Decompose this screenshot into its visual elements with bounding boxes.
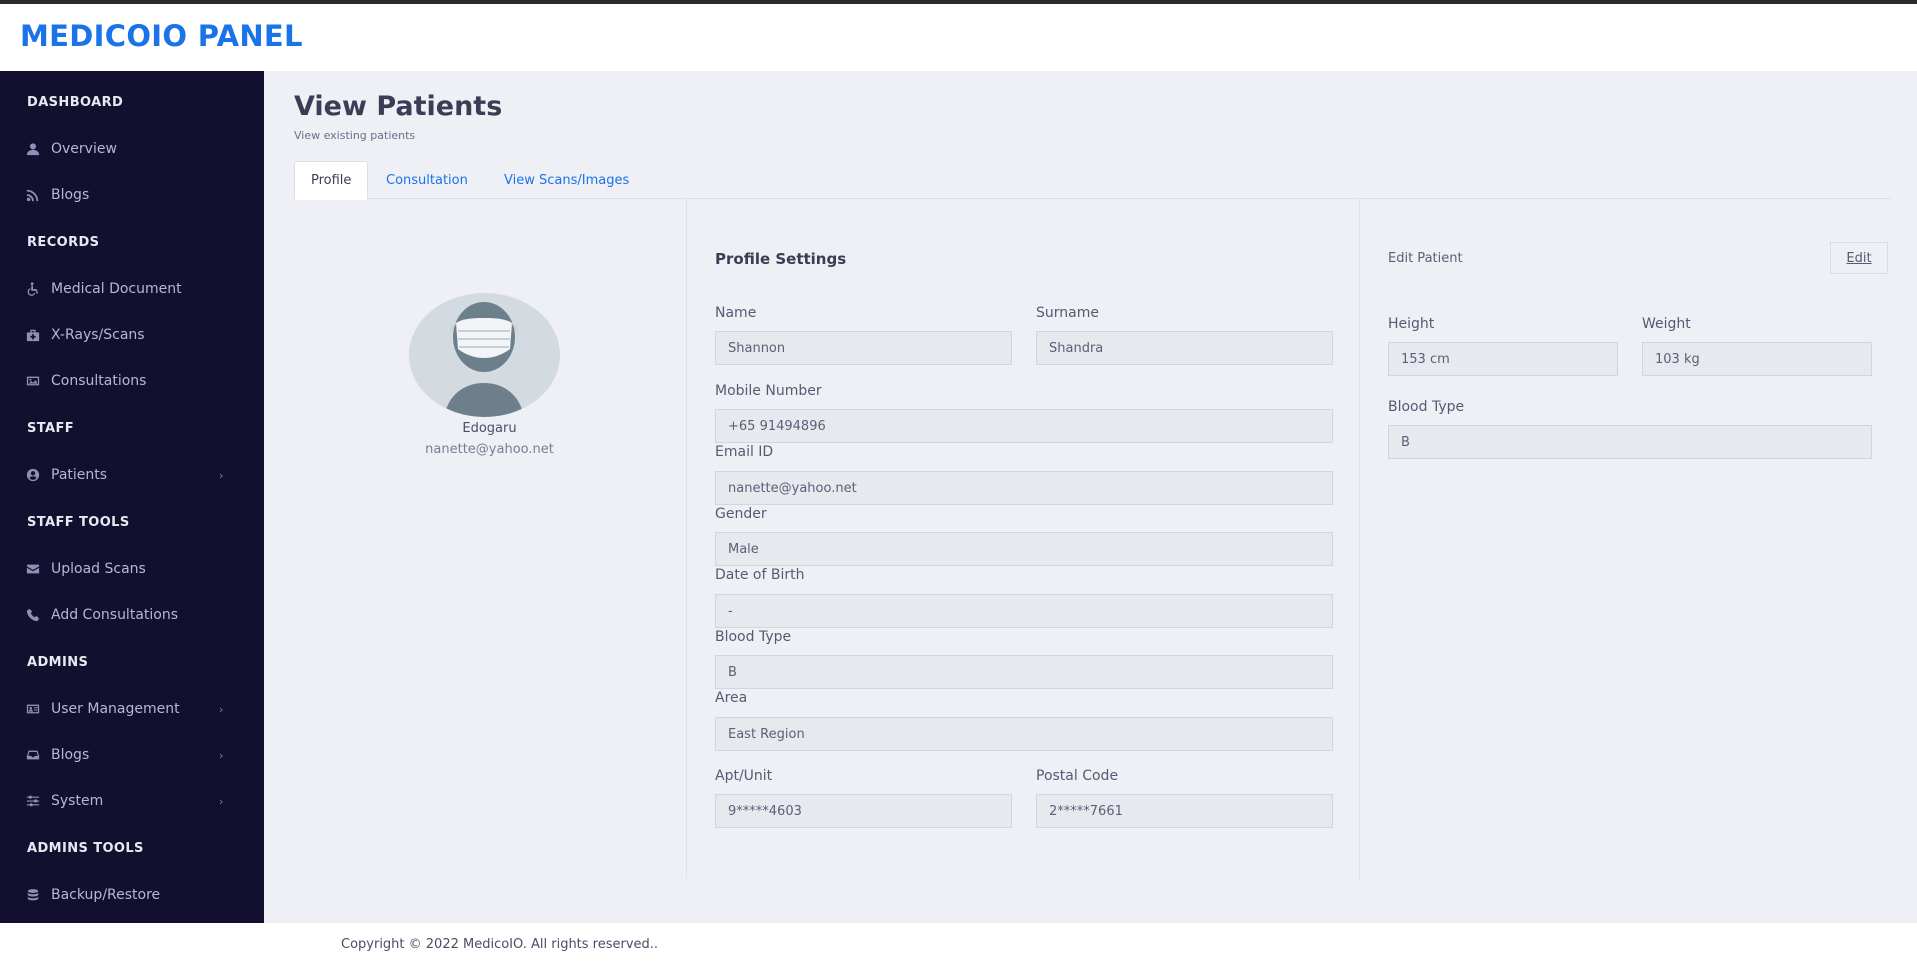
- sidebar-section-dashboard: DASHBOARD: [27, 95, 124, 110]
- blood-type-label: Blood Type: [715, 629, 792, 645]
- area-label: Area: [715, 690, 748, 706]
- sidebar: DASHBOARD Overview Blogs RECORDS Medical…: [0, 71, 264, 923]
- sidebar-item-label: Upload Scans: [51, 561, 146, 577]
- tab-profile[interactable]: Profile: [294, 161, 369, 200]
- sidebar-item-label: Add Consultations: [51, 607, 179, 623]
- sidebar-item-label: User Management: [51, 701, 180, 717]
- patient-email: nanette@yahoo.net: [425, 442, 554, 457]
- sidebar-item-label: Medical Document: [51, 281, 182, 297]
- gender-label: Gender: [715, 506, 767, 522]
- sidebar-item-patients[interactable]: Patients ›: [0, 457, 264, 493]
- avatar: [409, 293, 560, 417]
- medkit-icon: [25, 327, 41, 343]
- user-icon: [25, 141, 41, 157]
- profile-card: Edogaru nanette@yahoo.net: [294, 199, 685, 879]
- edit-blood-type-field[interactable]: [1388, 425, 1872, 459]
- sidebar-item-label: Consultations: [51, 373, 147, 389]
- postal-code-label: Postal Code: [1036, 768, 1119, 784]
- sidebar-item-backup-restore[interactable]: Backup/Restore: [0, 877, 264, 913]
- sidebar-item-consultations[interactable]: Consultations: [0, 363, 264, 399]
- edit-blood-type-label: Blood Type: [1388, 399, 1465, 415]
- sliders-icon: [25, 793, 41, 809]
- sidebar-section-staff: STAFF: [27, 421, 75, 436]
- database-icon: [25, 887, 41, 903]
- image-icon: [25, 373, 41, 389]
- name-label: Name: [715, 305, 757, 321]
- sidebar-item-label: Patients: [51, 467, 108, 483]
- main-content: View Patients View existing patients Pro…: [264, 71, 1917, 923]
- profile-settings-title: Profile Settings: [715, 250, 847, 268]
- email-field[interactable]: [715, 471, 1333, 505]
- apt-unit-label: Apt/Unit: [715, 768, 773, 784]
- profile-settings-panel: Profile Settings Name Surname Mobile Num…: [686, 199, 1360, 879]
- tab-bar: Profile Consultation View Scans/Images: [294, 161, 1891, 200]
- user-circle-icon: [25, 467, 41, 483]
- sidebar-item-blogs[interactable]: Blogs: [0, 177, 264, 213]
- postal-code-field[interactable]: [1036, 794, 1333, 828]
- sidebar-item-upload-scans[interactable]: Upload Scans: [0, 551, 264, 587]
- blood-type-field[interactable]: [715, 655, 1333, 689]
- sidebar-section-records: RECORDS: [27, 235, 100, 250]
- inbox-icon: [25, 747, 41, 763]
- sidebar-item-label: Backup/Restore: [51, 887, 161, 903]
- chevron-right-icon: ›: [219, 468, 224, 482]
- sidebar-section-staff-tools: STAFF TOOLS: [27, 515, 130, 530]
- id-card-icon: [25, 701, 41, 717]
- mobile-field[interactable]: [715, 409, 1333, 443]
- sidebar-item-label: Blogs: [51, 187, 90, 203]
- sidebar-item-label: Blogs: [51, 747, 90, 763]
- mobile-label: Mobile Number: [715, 383, 822, 399]
- sidebar-item-system[interactable]: System ›: [0, 783, 264, 819]
- sidebar-item-label: X-Rays/Scans: [51, 327, 145, 343]
- gender-field[interactable]: [715, 532, 1333, 566]
- sidebar-item-label: System: [51, 793, 104, 809]
- sidebar-item-label: Overview: [51, 141, 117, 157]
- sidebar-item-admin-blogs[interactable]: Blogs ›: [0, 737, 264, 773]
- header: MEDICOIO PANEL: [0, 4, 1917, 71]
- chevron-right-icon: ›: [219, 794, 224, 808]
- email-label: Email ID: [715, 444, 774, 460]
- weight-field[interactable]: [1642, 342, 1872, 376]
- sidebar-section-admins: ADMINS: [27, 655, 89, 670]
- copyright-text: Copyright © 2022 MedicoIO. All rights re…: [341, 937, 659, 952]
- wheelchair-icon: [25, 281, 41, 297]
- rss-icon: [25, 187, 41, 203]
- edit-patient-title: Edit Patient: [1388, 251, 1463, 266]
- phone-icon: [25, 607, 41, 623]
- sidebar-item-overview[interactable]: Overview: [0, 131, 264, 167]
- patient-name: Edogaru: [462, 421, 517, 436]
- sidebar-item-add-consultations[interactable]: Add Consultations: [0, 597, 264, 633]
- edit-patient-panel: Edit Patient Edit Height Weight Blood Ty…: [1361, 199, 1917, 879]
- surname-label: Surname: [1036, 305, 1099, 321]
- sidebar-item-xrays-scans[interactable]: X-Rays/Scans: [0, 317, 264, 353]
- dob-field[interactable]: [715, 594, 1333, 628]
- sidebar-item-user-management[interactable]: User Management ›: [0, 691, 264, 727]
- apt-unit-field[interactable]: [715, 794, 1012, 828]
- footer: Copyright © 2022 MedicoIO. All rights re…: [0, 923, 1917, 971]
- tab-consultation[interactable]: Consultation: [370, 161, 484, 200]
- weight-label: Weight: [1642, 316, 1691, 332]
- sidebar-item-medical-document[interactable]: Medical Document: [0, 271, 264, 307]
- brand-logo[interactable]: MEDICOIO PANEL: [20, 19, 303, 53]
- tab-view-scans-images[interactable]: View Scans/Images: [488, 161, 645, 200]
- name-field[interactable]: [715, 331, 1012, 365]
- height-field[interactable]: [1388, 342, 1618, 376]
- dob-label: Date of Birth: [715, 567, 805, 583]
- height-label: Height: [1388, 316, 1435, 332]
- page-subtitle: View existing patients: [294, 129, 416, 142]
- page-title: View Patients: [294, 91, 503, 122]
- chevron-right-icon: ›: [219, 702, 224, 716]
- area-field[interactable]: [715, 717, 1333, 751]
- surname-field[interactable]: [1036, 331, 1333, 365]
- chevron-right-icon: ›: [219, 748, 224, 762]
- sidebar-section-admins-tools: ADMINS TOOLS: [27, 841, 144, 856]
- envelope-icon: [25, 561, 41, 577]
- edit-button[interactable]: Edit: [1830, 242, 1888, 274]
